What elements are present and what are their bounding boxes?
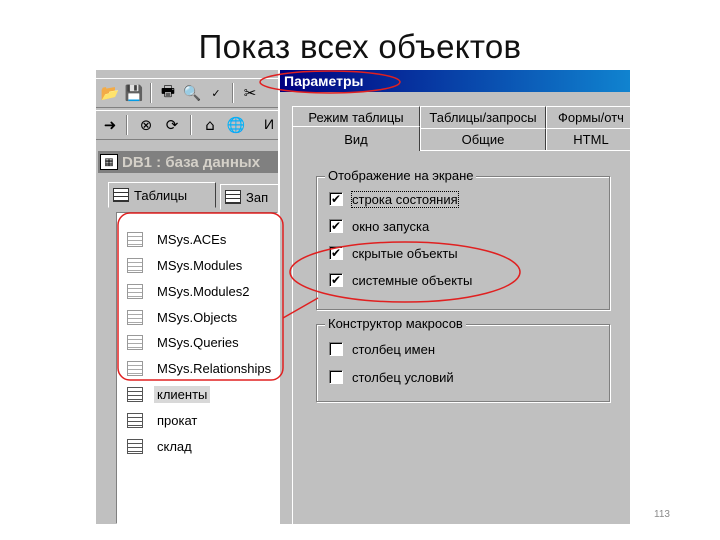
database-title-text: DB1 : база данных	[122, 153, 261, 171]
option-names-column[interactable]: столбец имен	[329, 339, 435, 359]
system-table-icon	[127, 360, 143, 376]
query-icon	[225, 190, 241, 204]
display-group: Отображение на экране ✔ строка состояния…	[316, 168, 610, 310]
save-icon[interactable]: 💾	[124, 83, 144, 103]
macro-designer-group: Конструктор макросов столбец имен столбе…	[316, 316, 610, 402]
display-group-legend: Отображение на экране	[325, 168, 477, 183]
search-web-icon[interactable]: 🌐	[226, 115, 246, 135]
table-name: прокат	[157, 412, 198, 428]
list-item[interactable]: MSys.Relationships	[127, 357, 271, 379]
toolbar-separator	[232, 83, 234, 103]
list-item[interactable]: клиенты	[127, 383, 211, 405]
toolbar-web: ➜ ⊗ ⟳ ⌂ 🌐 И	[96, 110, 286, 140]
cut-icon[interactable]: ✂	[240, 83, 260, 103]
toolbar-separator	[150, 83, 152, 103]
refresh-icon[interactable]: ⟳	[162, 115, 182, 135]
tab-html[interactable]: HTML	[546, 128, 630, 150]
tab-queries[interactable]: Зап	[220, 184, 280, 210]
checkbox-conditions-column[interactable]	[329, 370, 343, 384]
table-icon	[127, 412, 143, 428]
list-item[interactable]: MSys.Modules	[127, 254, 242, 276]
database-icon: ▦	[100, 154, 118, 170]
system-table-icon	[127, 257, 143, 273]
option-label: скрытые объекты	[352, 245, 458, 261]
database-window-title[interactable]: ▦ DB1 : база данных	[98, 151, 284, 173]
system-table-icon	[127, 231, 143, 247]
checkbox-hidden-objects[interactable]: ✔	[329, 246, 343, 260]
checkbox-names-column[interactable]	[329, 342, 343, 356]
option-system-objects[interactable]: ✔ системные объекты	[329, 270, 472, 290]
table-name: клиенты	[154, 385, 211, 403]
table-icon	[127, 386, 143, 402]
table-icon	[127, 438, 143, 454]
list-item[interactable]: MSys.Objects	[127, 306, 237, 328]
table-name: MSys.Modules2	[157, 283, 250, 299]
tab-forms-reports[interactable]: Формы/отч	[546, 106, 630, 128]
table-name: склад	[157, 438, 192, 454]
option-hidden-objects[interactable]: ✔ скрытые объекты	[329, 243, 458, 263]
arrow-right-icon[interactable]: ➜	[100, 115, 120, 135]
list-item[interactable]: MSys.Queries	[127, 331, 239, 353]
table-name: MSys.Modules	[157, 257, 243, 273]
checkbox-status-bar[interactable]: ✔	[329, 192, 343, 206]
tab-general[interactable]: Общие	[420, 128, 546, 150]
toolbar-standard: 📂 💾 🖶 🔍 ✓ ✂	[96, 78, 286, 108]
tab-datasheet[interactable]: Режим таблицы	[292, 106, 420, 128]
option-conditions-column[interactable]: столбец условий	[329, 367, 454, 387]
print-icon[interactable]: 🖶	[158, 82, 178, 103]
open-folder-icon[interactable]: 📂	[100, 83, 120, 103]
checkbox-startup-dialog[interactable]: ✔	[329, 219, 343, 233]
tab-tables-queries[interactable]: Таблицы/запросы	[420, 106, 546, 128]
table-name: MSys.ACEs	[157, 231, 227, 247]
list-item[interactable]: склад	[127, 435, 192, 457]
option-startup-dialog[interactable]: ✔ окно запуска	[329, 216, 429, 236]
options-dialog: Параметры Режим таблицы Таблицы/запросы …	[278, 70, 630, 524]
option-label: строка состояния	[351, 190, 459, 208]
system-table-icon	[127, 309, 143, 325]
table-name: MSys.Relationships	[157, 360, 272, 376]
table-name: MSys.Queries	[157, 334, 239, 350]
tab-tables[interactable]: Таблицы	[108, 182, 216, 208]
spelling-icon[interactable]: ✓	[206, 83, 226, 103]
system-table-icon	[127, 283, 143, 299]
list-item[interactable]: MSys.ACEs	[127, 228, 226, 250]
table-name: MSys.Objects	[157, 309, 238, 325]
home-icon[interactable]: ⌂	[200, 115, 220, 135]
tab-tables-label: Таблицы	[134, 187, 188, 203]
list-item[interactable]: MSys.Modules2	[127, 280, 249, 302]
stop-icon[interactable]: ⊗	[136, 115, 156, 135]
system-table-icon	[127, 334, 143, 350]
toolbar-separator	[190, 115, 192, 135]
toolbar-separator	[126, 115, 128, 135]
toolbar-letter: И	[264, 116, 275, 132]
print-preview-icon[interactable]: 🔍	[182, 83, 202, 103]
tab-view[interactable]: Вид	[292, 126, 420, 151]
dialog-title[interactable]: Параметры	[280, 70, 630, 92]
screenshot: 📂 💾 🖶 🔍 ✓ ✂ ➜ ⊗ ⟳ ⌂ 🌐 И ▦ DB1 : база дан…	[96, 70, 630, 524]
macro-group-legend: Конструктор макросов	[325, 316, 466, 331]
option-label: окно запуска	[352, 218, 430, 234]
table-icon	[113, 188, 129, 202]
page-number: 113	[654, 509, 670, 520]
tables-list: MSys.ACEs MSys.Modules MSys.Modules2 MSy…	[116, 212, 278, 524]
option-status-bar[interactable]: ✔ строка состояния	[329, 189, 459, 209]
option-label: столбец имен	[352, 341, 436, 357]
tab-queries-label: Зап	[246, 189, 269, 205]
checkbox-system-objects[interactable]: ✔	[329, 273, 343, 287]
option-label: столбец условий	[352, 369, 454, 385]
list-item[interactable]: прокат	[127, 409, 197, 431]
slide-title: Показ всех объектов	[198, 28, 522, 65]
option-label: системные объекты	[352, 272, 473, 288]
